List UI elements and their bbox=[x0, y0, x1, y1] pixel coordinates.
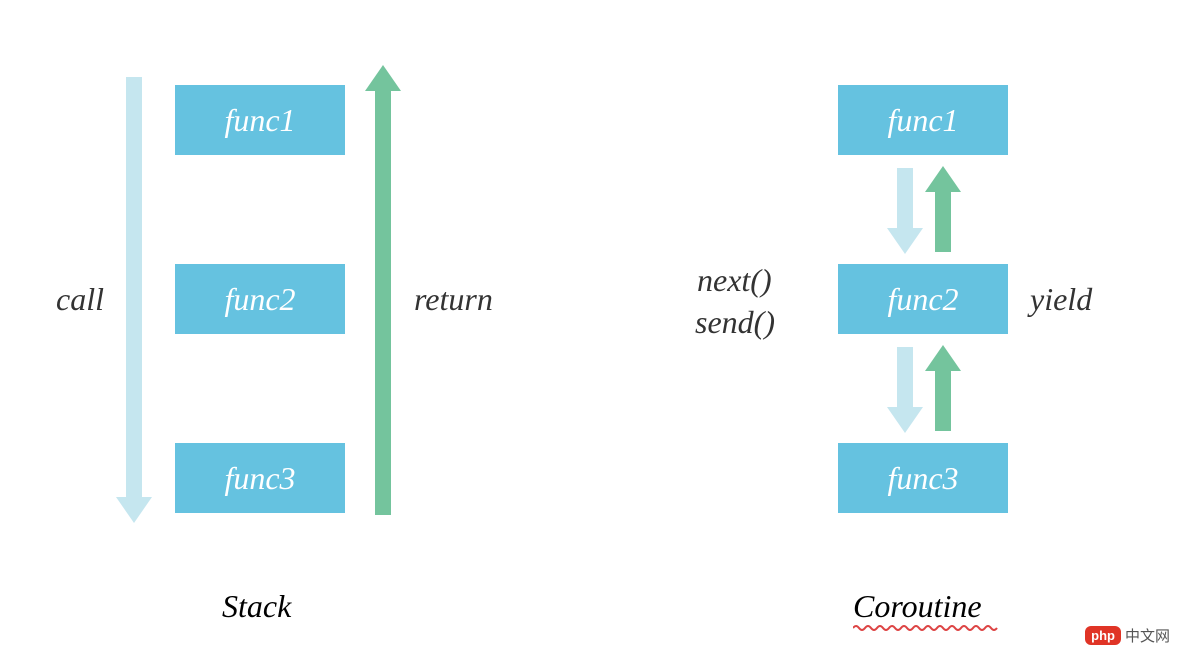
coroutine-title: Coroutine bbox=[853, 588, 982, 625]
yield-label: yield bbox=[1030, 281, 1092, 318]
return-arrow-head bbox=[365, 65, 401, 91]
coro-arrow-up-2-head bbox=[925, 345, 961, 371]
watermark-text: 中文网 bbox=[1125, 625, 1170, 646]
stack-box-2: func2 bbox=[175, 264, 345, 334]
send-label: send() bbox=[695, 304, 775, 341]
coro-arrow-down-1-head bbox=[887, 228, 923, 254]
coro-arrow-down-1-shaft bbox=[897, 168, 913, 228]
coro-arrow-up-1-head bbox=[925, 166, 961, 192]
coro-arrow-up-2-shaft bbox=[935, 371, 951, 431]
coro-arrow-down-2-head bbox=[887, 407, 923, 433]
coroutine-box-1: func1 bbox=[838, 85, 1008, 155]
coroutine-box-2-label: func2 bbox=[887, 281, 958, 318]
stack-box-3-label: func3 bbox=[224, 460, 295, 497]
squiggle-underline bbox=[853, 624, 998, 632]
coroutine-box-3-label: func3 bbox=[887, 460, 958, 497]
coroutine-box-2: func2 bbox=[838, 264, 1008, 334]
stack-box-3: func3 bbox=[175, 443, 345, 513]
next-label: next() bbox=[697, 262, 772, 299]
coroutine-box-1-label: func1 bbox=[887, 102, 958, 139]
diagram-root: func1 func2 func3 call return Stack func… bbox=[0, 0, 1180, 654]
coro-arrow-up-1-shaft bbox=[935, 192, 951, 252]
stack-box-1-label: func1 bbox=[224, 102, 295, 139]
watermark: php 中文网 bbox=[1085, 625, 1170, 646]
stack-box-1: func1 bbox=[175, 85, 345, 155]
call-arrow-head bbox=[116, 497, 152, 523]
coroutine-box-3: func3 bbox=[838, 443, 1008, 513]
stack-box-2-label: func2 bbox=[224, 281, 295, 318]
coro-arrow-down-2-shaft bbox=[897, 347, 913, 407]
call-arrow-shaft bbox=[126, 77, 142, 497]
return-arrow-shaft bbox=[375, 91, 391, 515]
return-label: return bbox=[414, 281, 493, 318]
watermark-badge: php bbox=[1085, 626, 1121, 645]
stack-title: Stack bbox=[222, 588, 291, 625]
call-label: call bbox=[56, 281, 104, 318]
